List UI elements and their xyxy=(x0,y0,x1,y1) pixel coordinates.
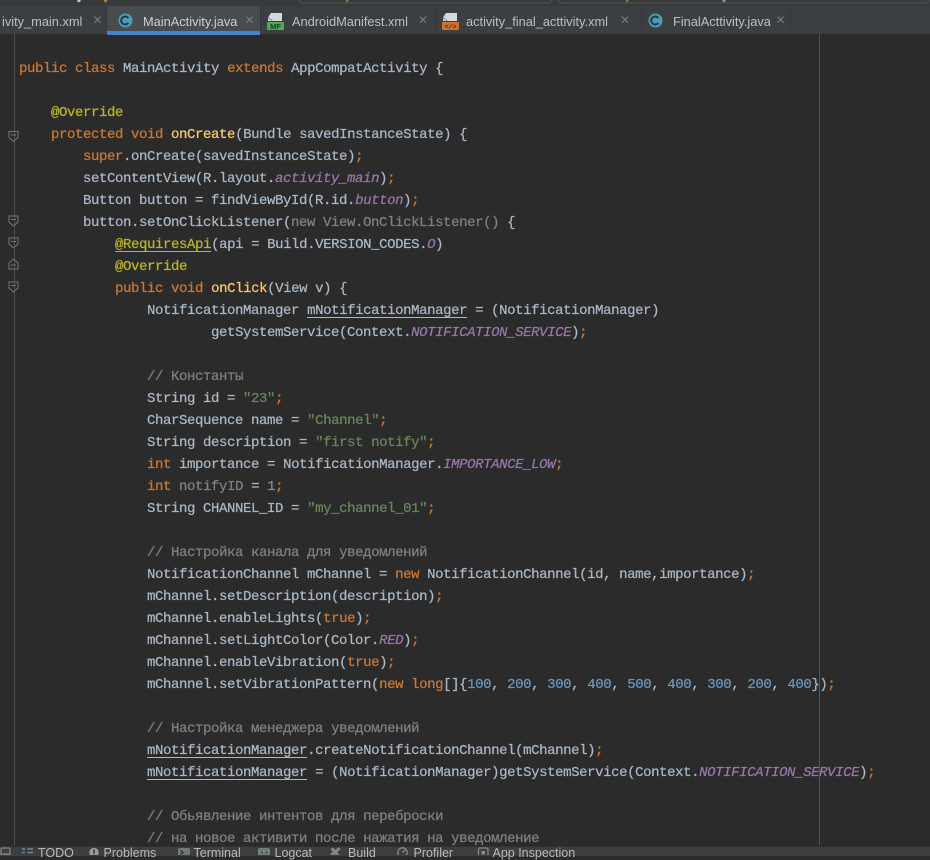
svg-text:MF: MF xyxy=(270,22,281,31)
svg-text:</>: </> xyxy=(445,24,457,31)
